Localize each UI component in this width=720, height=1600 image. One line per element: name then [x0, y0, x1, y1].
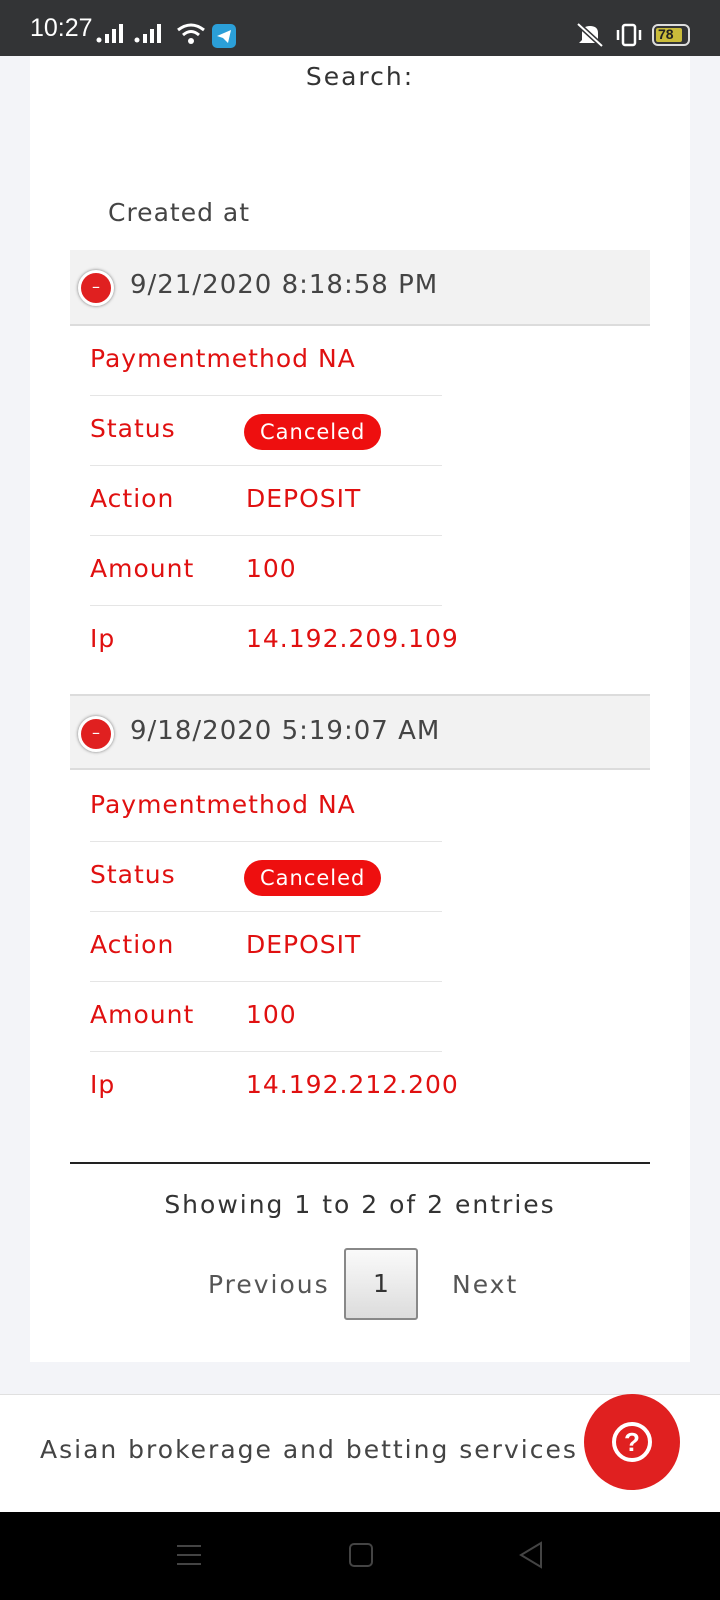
detail-label: Paymentmethod NA	[90, 344, 356, 373]
detail-label: Status	[90, 414, 176, 443]
detail-row-paymentmethod: Paymentmethod NA	[90, 772, 442, 842]
detail-row-amount: Amount 100	[90, 536, 442, 606]
table-row[interactable]: – 9/18/2020 5:19:07 AM	[70, 694, 650, 770]
table-row[interactable]: – 9/21/2020 8:18:58 PM	[70, 250, 650, 326]
detail-label: Action	[90, 930, 175, 959]
collapse-icon[interactable]: –	[78, 270, 114, 306]
wifi-icon	[177, 23, 205, 44]
detail-label: Amount	[90, 1000, 195, 1029]
detail-value: DEPOSIT	[246, 484, 362, 513]
transactions-card: Search: Created at – 9/21/2020 8:18:58 P…	[30, 56, 690, 1362]
detail-label: Amount	[90, 554, 195, 583]
system-navigation-bar	[0, 1512, 720, 1600]
created-at-value: 9/18/2020 5:19:07 AM	[130, 716, 441, 746]
mute-icon	[576, 22, 604, 48]
detail-row-status: Status Canceled	[90, 842, 442, 912]
battery-level: 78	[658, 26, 674, 42]
detail-label: Ip	[90, 1070, 116, 1099]
detail-row-action: Action DEPOSIT	[90, 466, 442, 536]
detail-value: 100	[246, 1000, 297, 1029]
collapse-icon[interactable]: –	[78, 716, 114, 752]
detail-value: 100	[246, 554, 297, 583]
detail-label: Status	[90, 860, 176, 889]
page-1-button[interactable]: 1	[344, 1248, 418, 1320]
detail-label: Ip	[90, 624, 116, 653]
detail-row-status: Status Canceled	[90, 396, 442, 466]
column-header-created-at[interactable]: Created at	[108, 198, 250, 227]
back-icon[interactable]	[516, 1540, 546, 1570]
detail-value: DEPOSIT	[246, 930, 362, 959]
question-mark-icon: ?	[612, 1422, 652, 1462]
detail-row-ip: Ip 14.192.212.200	[90, 1052, 458, 1122]
created-at-value: 9/21/2020 8:18:58 PM	[130, 270, 439, 300]
detail-row-paymentmethod: Paymentmethod NA	[90, 326, 442, 396]
signal-icon	[96, 24, 123, 43]
detail-row-amount: Amount 100	[90, 982, 442, 1052]
detail-label: Action	[90, 484, 175, 513]
table-info: Showing 1 to 2 of 2 entries	[164, 1190, 556, 1219]
previous-button[interactable]: Previous	[208, 1270, 330, 1299]
status-badge: Canceled	[244, 860, 382, 896]
search-label: Search:	[305, 62, 415, 91]
menu-icon[interactable]	[174, 1540, 204, 1570]
battery-icon: 78	[652, 24, 690, 46]
telegram-icon	[212, 24, 236, 48]
detail-label: Paymentmethod NA	[90, 790, 356, 819]
footer-tagline: Asian brokerage and betting services	[40, 1435, 578, 1464]
help-button[interactable]: ?	[584, 1394, 680, 1490]
footer-divider	[70, 1162, 650, 1164]
status-bar: 10:27 78	[0, 0, 720, 56]
detail-value: 14.192.209.109	[246, 624, 459, 653]
status-badge: Canceled	[244, 414, 382, 450]
next-button[interactable]: Next	[452, 1270, 518, 1299]
vibrate-icon	[616, 23, 642, 47]
detail-row-ip: Ip 14.192.209.109	[90, 606, 458, 676]
status-time: 10:27	[30, 14, 93, 42]
signal-icon-2	[134, 24, 161, 43]
detail-row-action: Action DEPOSIT	[90, 912, 442, 982]
detail-value: 14.192.212.200	[246, 1070, 459, 1099]
home-icon[interactable]	[346, 1540, 376, 1570]
